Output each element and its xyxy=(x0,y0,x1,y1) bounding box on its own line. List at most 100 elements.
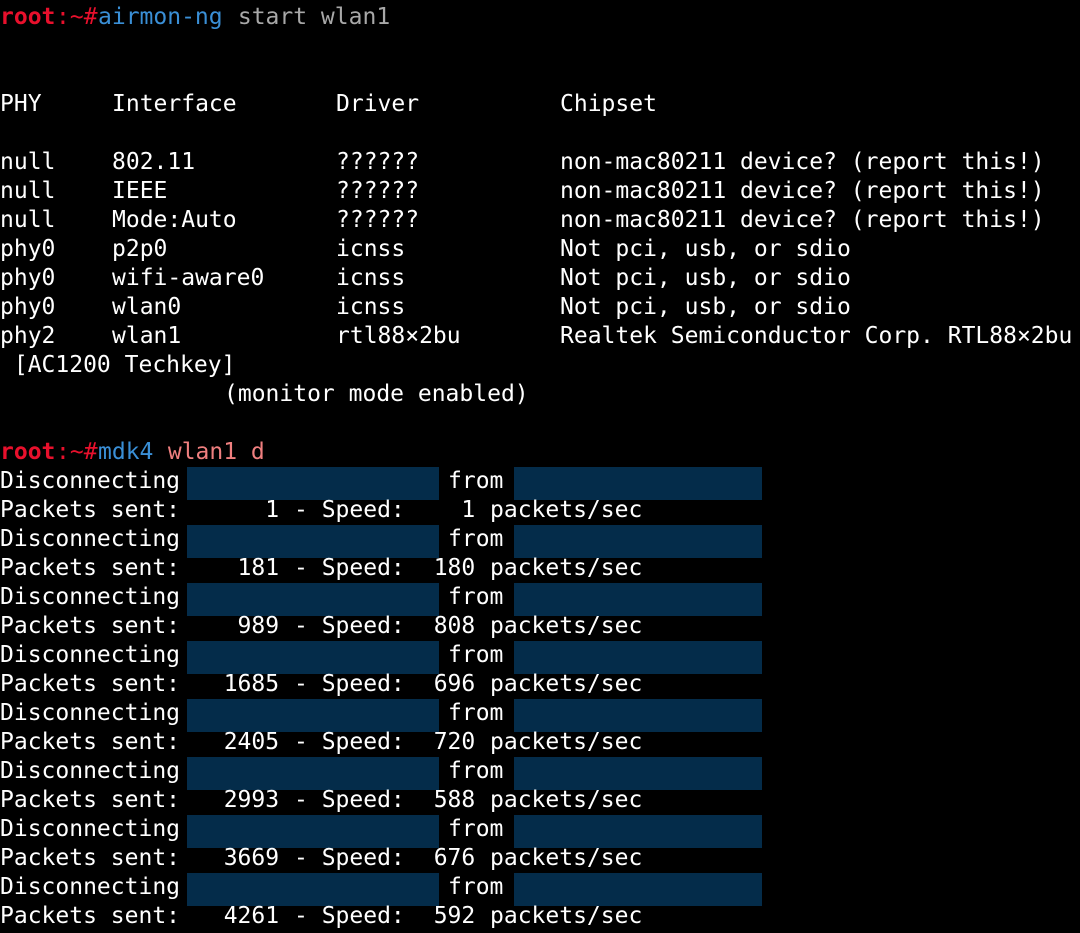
packets-sent-label: Packets sent: xyxy=(0,903,181,929)
from-label: from xyxy=(448,526,504,552)
cell-chipset: non-mac80211 device? (report this!) xyxy=(560,178,1045,204)
cell-phy: null xyxy=(0,149,56,175)
cell-interface: 802.11 xyxy=(112,149,196,175)
cell-phy: null xyxy=(0,178,56,204)
cell-phy: phy0 xyxy=(0,236,56,262)
speed-value: 808 xyxy=(406,613,476,639)
packets-sent-value: 4261 xyxy=(196,903,280,929)
packets-sent-label: Packets sent: xyxy=(0,613,181,639)
cell-interface: IEEE xyxy=(112,178,168,204)
prompt-separator: :~# xyxy=(56,439,98,465)
packets-sent-value: 181 xyxy=(196,555,280,581)
header-interface: Interface xyxy=(112,91,237,117)
cell-phy: phy0 xyxy=(0,294,56,320)
speed-value: 696 xyxy=(406,671,476,697)
packets-sent-value: 2993 xyxy=(196,787,280,813)
packets-sent-label: Packets sent: xyxy=(0,555,181,581)
from-label: from xyxy=(448,700,504,726)
speed-label: - Speed: xyxy=(294,671,405,697)
prompt-args: start wlan1 xyxy=(224,4,391,30)
cell-driver: icnss xyxy=(336,265,406,291)
speed-unit: packets/sec xyxy=(490,903,643,929)
packets-sent-value: 1 xyxy=(196,497,280,523)
speed-label: - Speed: xyxy=(294,845,405,871)
packets-sent-value: 3669 xyxy=(196,845,280,871)
packets-sent-value: 989 xyxy=(196,613,280,639)
header-driver: Driver xyxy=(336,91,420,117)
speed-value: 180 xyxy=(406,555,476,581)
from-label: from xyxy=(448,468,504,494)
packets-sent-label: Packets sent: xyxy=(0,729,181,755)
cell-driver: ?????? xyxy=(336,178,420,204)
cell-interface: wlan0 xyxy=(112,294,182,320)
speed-label: - Speed: xyxy=(294,903,405,929)
packets-sent-value: 2405 xyxy=(196,729,280,755)
packets-sent-label: Packets sent: xyxy=(0,845,181,871)
cell-chipset: non-mac80211 device? (report this!) xyxy=(560,207,1045,233)
packets-sent-label: Packets sent: xyxy=(0,671,181,697)
prompt-line-mdk4: root :~# mdk4 wlan1 d xyxy=(0,438,265,467)
packets-sent-value: 1685 xyxy=(196,671,280,697)
disconnecting-label: Disconnecting xyxy=(0,874,181,900)
cell-phy: phy2 xyxy=(0,323,56,349)
speed-value: 1 xyxy=(406,497,476,523)
disconnecting-label: Disconnecting xyxy=(0,526,181,552)
chipset-continuation: [AC1200 Techkey] xyxy=(0,352,236,378)
terminal-window[interactable]: root :~# airmon-ng start wlan1 PHY Inter… xyxy=(0,0,1080,933)
speed-unit: packets/sec xyxy=(490,671,643,697)
cell-driver: icnss xyxy=(336,236,406,262)
disconnecting-label: Disconnecting xyxy=(0,758,181,784)
prompt-user: root xyxy=(0,439,56,465)
disconnecting-label: Disconnecting xyxy=(0,700,181,726)
speed-value: 588 xyxy=(406,787,476,813)
prompt-user: root xyxy=(0,4,56,30)
cell-chipset: Not pci, usb, or sdio xyxy=(560,294,851,320)
cell-chipset: Not pci, usb, or sdio xyxy=(560,265,851,291)
cell-driver: ?????? xyxy=(336,207,420,233)
cell-interface: wlan1 xyxy=(112,323,182,349)
cell-chipset: Realtek Semiconductor Corp. RTL88×2bu xyxy=(560,323,1073,349)
disconnecting-label: Disconnecting xyxy=(0,468,181,494)
cell-interface: Mode:Auto xyxy=(112,207,237,233)
speed-value: 720 xyxy=(406,729,476,755)
cell-driver: ?????? xyxy=(336,149,420,175)
from-label: from xyxy=(448,816,504,842)
packets-sent-label: Packets sent: xyxy=(0,497,181,523)
prompt-command: mdk4 xyxy=(98,439,154,465)
speed-label: - Speed: xyxy=(294,613,405,639)
disconnecting-label: Disconnecting xyxy=(0,584,181,610)
speed-unit: packets/sec xyxy=(490,787,643,813)
monitor-status: (monitor mode enabled) xyxy=(224,381,529,407)
from-label: from xyxy=(448,758,504,784)
cell-chipset: Not pci, usb, or sdio xyxy=(560,236,851,262)
header-phy: PHY xyxy=(0,91,42,117)
disconnecting-label: Disconnecting xyxy=(0,642,181,668)
speed-unit: packets/sec xyxy=(490,613,643,639)
speed-value: 592 xyxy=(406,903,476,929)
from-label: from xyxy=(448,642,504,668)
prompt-line-airmon: root :~# airmon-ng start wlan1 xyxy=(0,3,390,32)
cell-phy: phy0 xyxy=(0,265,56,291)
cell-interface: p2p0 xyxy=(112,236,168,262)
prompt-command: airmon-ng xyxy=(98,4,223,30)
speed-unit: packets/sec xyxy=(490,845,643,871)
from-label: from xyxy=(448,874,504,900)
packets-sent-label: Packets sent: xyxy=(0,787,181,813)
speed-value: 676 xyxy=(406,845,476,871)
from-label: from xyxy=(448,584,504,610)
prompt-args: wlan1 d xyxy=(154,439,265,465)
cell-chipset: non-mac80211 device? (report this!) xyxy=(560,149,1045,175)
cell-driver: icnss xyxy=(336,294,406,320)
speed-label: - Speed: xyxy=(294,729,405,755)
speed-unit: packets/sec xyxy=(490,497,643,523)
speed-label: - Speed: xyxy=(294,497,405,523)
disconnecting-label: Disconnecting xyxy=(0,816,181,842)
speed-label: - Speed: xyxy=(294,555,405,581)
speed-label: - Speed: xyxy=(294,787,405,813)
cell-driver: rtl88×2bu xyxy=(336,323,461,349)
speed-unit: packets/sec xyxy=(490,555,643,581)
header-chipset: Chipset xyxy=(560,91,657,117)
prompt-separator: :~# xyxy=(56,4,98,30)
cell-interface: wifi-aware0 xyxy=(112,265,265,291)
table-header: PHY Interface Driver Chipset xyxy=(0,90,657,119)
